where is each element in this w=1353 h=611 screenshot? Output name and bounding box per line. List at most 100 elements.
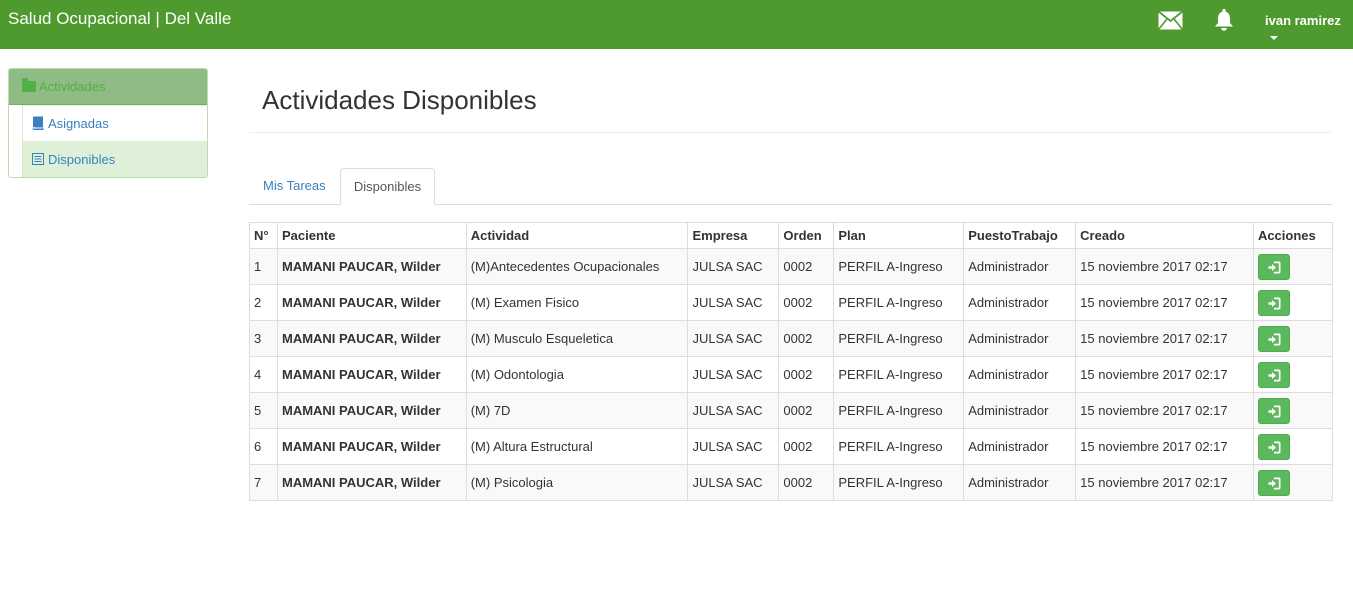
row-number: 1 [249, 248, 278, 285]
table-row: 1 MAMANI PAUCAR, Wilder (M)Antecedentes Oc… [249, 248, 1334, 285]
company-name: JULSA SAC [687, 428, 780, 465]
actions-cell [1252, 428, 1334, 465]
patient-name: MAMANI PAUCAR, Wilder [276, 392, 467, 429]
column-header: PuestoTrabajo [963, 222, 1077, 249]
column-header: Empresa [687, 222, 780, 249]
created-date: 15 noviembre 2017 02:17 [1075, 464, 1254, 501]
activity-name: (M) Examen Fisico [465, 284, 689, 321]
patient-name: MAMANI PAUCAR, Wilder [276, 356, 467, 393]
sidebar-item-asignadas[interactable]: Asignadas [22, 105, 207, 141]
sidebar-item-disponibles[interactable]: Disponibles [22, 141, 207, 177]
created-date: 15 noviembre 2017 02:17 [1075, 356, 1254, 393]
patient-name: MAMANI PAUCAR, Wilder [276, 284, 467, 321]
plan-name: PERFIL A-Ingreso [833, 428, 965, 465]
sidebar-item-label: Disponibles [48, 152, 116, 167]
order-number: 0002 [778, 284, 835, 321]
caret-down-icon [1270, 35, 1278, 40]
table-row: 3 MAMANI PAUCAR, Wilder (M) Musculo Esquel… [249, 320, 1334, 357]
bell-icon[interactable] [1212, 8, 1236, 32]
column-header: N° [249, 222, 278, 249]
row-number: 5 [249, 392, 278, 429]
tab-disponibles[interactable]: Disponibles [340, 168, 435, 205]
created-date: 15 noviembre 2017 02:17 [1075, 320, 1254, 357]
list-icon [32, 152, 44, 166]
table-header-row: N° Paciente Actividad Empresa Orden Plan… [249, 222, 1334, 249]
brand-title[interactable]: Salud Ocupacional | Del Valle [8, 9, 231, 29]
table-row: 4 MAMANI PAUCAR, Wilder (M) Odontologia JUL… [249, 356, 1334, 393]
sidebar-heading[interactable]: Actividades [9, 69, 207, 105]
order-number: 0002 [778, 356, 835, 393]
actions-cell [1252, 284, 1334, 321]
row-number: 4 [249, 356, 278, 393]
activity-name: (M) Psicologia [465, 464, 689, 501]
take-activity-button[interactable] [1257, 325, 1290, 352]
actions-cell [1252, 320, 1334, 357]
table-row: 7 MAMANI PAUCAR, Wilder (M) Psicologia JULS… [249, 464, 1334, 501]
plan-name: PERFIL A-Ingreso [833, 392, 965, 429]
company-name: JULSA SAC [687, 248, 780, 285]
page-title: Actividades Disponibles [262, 85, 537, 115]
job-position: Administrador [963, 428, 1077, 465]
sidebar-item-label: Asignadas [48, 116, 109, 131]
title-divider [249, 132, 1332, 133]
take-activity-button[interactable] [1257, 289, 1290, 316]
take-activity-button[interactable] [1257, 397, 1290, 424]
plan-name: PERFIL A-Ingreso [833, 356, 965, 393]
sidebar-panel: Actividades Asignadas Disponibles [8, 68, 208, 178]
job-position: Administrador [963, 392, 1077, 429]
activity-name: (M) Musculo Esqueletica [465, 320, 689, 357]
column-header: Actividad [465, 222, 689, 249]
order-number: 0002 [778, 464, 835, 501]
company-name: JULSA SAC [687, 464, 780, 501]
take-activity-button[interactable] [1257, 433, 1290, 460]
actions-cell [1252, 356, 1334, 393]
row-number: 7 [249, 464, 278, 501]
actions-cell [1252, 392, 1334, 429]
plan-name: PERFIL A-Ingreso [833, 248, 965, 285]
table-row: 6 MAMANI PAUCAR, Wilder (M) Altura Estruct… [249, 428, 1334, 465]
activities-table: N° Paciente Actividad Empresa Orden Plan… [249, 222, 1334, 501]
tab-mis-tareas[interactable]: Mis Tareas [249, 168, 340, 205]
sidebar-heading-label: Actividades [39, 79, 106, 94]
job-position: Administrador [963, 248, 1077, 285]
job-position: Administrador [963, 464, 1077, 501]
column-header: Creado [1075, 222, 1254, 249]
row-number: 2 [249, 284, 278, 321]
order-number: 0002 [778, 248, 835, 285]
plan-name: PERFIL A-Ingreso [833, 284, 965, 321]
patient-name: MAMANI PAUCAR, Wilder [276, 320, 467, 357]
order-number: 0002 [778, 428, 835, 465]
company-name: JULSA SAC [687, 392, 780, 429]
table-row: 5 MAMANI PAUCAR, Wilder (M) 7D JULSA SAC 000… [249, 392, 1334, 429]
patient-name: MAMANI PAUCAR, Wilder [276, 248, 467, 285]
job-position: Administrador [963, 284, 1077, 321]
order-number: 0002 [778, 320, 835, 357]
table-body: 1 MAMANI PAUCAR, Wilder (M)Antecedentes Oc… [249, 248, 1334, 501]
take-activity-button[interactable] [1257, 253, 1290, 280]
user-name: ivan ramirez [1265, 13, 1341, 28]
created-date: 15 noviembre 2017 02:17 [1075, 428, 1254, 465]
take-activity-button[interactable] [1257, 361, 1290, 388]
envelope-icon[interactable] [1157, 10, 1184, 31]
column-header: Plan [833, 222, 965, 249]
table-row: 2 MAMANI PAUCAR, Wilder (M) Examen Fisico J… [249, 284, 1334, 321]
created-date: 15 noviembre 2017 02:17 [1075, 284, 1254, 321]
top-navbar: Salud Ocupacional | Del Valle ivan ramir… [0, 0, 1353, 49]
created-date: 15 noviembre 2017 02:17 [1075, 248, 1254, 285]
row-number: 3 [249, 320, 278, 357]
column-header: Orden [778, 222, 835, 249]
order-number: 0002 [778, 392, 835, 429]
patient-name: MAMANI PAUCAR, Wilder [276, 428, 467, 465]
activity-name: (M)Antecedentes Ocupacionales [465, 248, 689, 285]
user-menu[interactable]: ivan ramirez [1265, 13, 1353, 45]
column-header: Acciones [1252, 222, 1334, 249]
actions-cell [1252, 248, 1334, 285]
column-header: Paciente [276, 222, 467, 249]
folder-icon [22, 78, 36, 92]
activity-name: (M) Altura Estructural [465, 428, 689, 465]
book-icon [32, 116, 44, 130]
company-name: JULSA SAC [687, 320, 780, 357]
row-number: 6 [249, 428, 278, 465]
company-name: JULSA SAC [687, 356, 780, 393]
take-activity-button[interactable] [1257, 469, 1290, 496]
